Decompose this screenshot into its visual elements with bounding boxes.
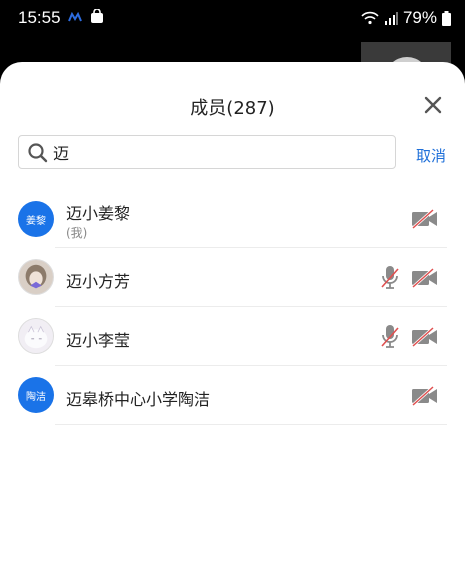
- video-off-icon[interactable]: [411, 327, 439, 347]
- member-name: 迈皋桥中心小学陶洁: [66, 390, 211, 409]
- mic-muted-icon[interactable]: [380, 265, 400, 291]
- member-name: 迈小方芳: [66, 272, 131, 291]
- member-name: 迈小姜黎: [66, 204, 131, 223]
- video-off-icon[interactable]: [411, 386, 439, 406]
- member-row[interactable]: 陶洁 迈皋桥中心小学陶洁: [0, 366, 465, 425]
- status-time: 15:55: [18, 8, 61, 27]
- dialog-title: 成员(287): [190, 98, 275, 119]
- search-icon: [28, 143, 48, 163]
- cancel-button[interactable]: 取消: [416, 145, 446, 166]
- battery-percentage: 79%: [402, 8, 437, 27]
- signal-icon: [384, 11, 398, 25]
- shopping-bag-icon: [91, 9, 103, 23]
- member-row[interactable]: 姜黎 迈小姜黎 (我): [0, 189, 465, 248]
- avatar: [18, 259, 54, 295]
- avatar: [18, 318, 54, 354]
- video-off-icon[interactable]: [411, 209, 439, 229]
- wifi-icon: [361, 11, 379, 25]
- video-off-icon[interactable]: [411, 268, 439, 288]
- members-sheet: 成员(287) 取消 姜黎 迈小姜黎 (我): [0, 62, 465, 580]
- status-bar: 15:55 79%: [0, 0, 465, 36]
- avatar: 姜黎: [18, 201, 54, 237]
- search-box[interactable]: [18, 135, 396, 169]
- member-self-tag: (我): [66, 226, 88, 240]
- member-row[interactable]: 迈小李莹: [0, 307, 465, 366]
- avatar: 陶洁: [18, 377, 54, 413]
- app-notification-icon: [68, 11, 82, 21]
- search-input[interactable]: [53, 140, 383, 164]
- member-row[interactable]: 迈小方芳: [0, 248, 465, 307]
- member-name: 迈小李莹: [66, 331, 131, 350]
- battery-icon: [442, 10, 451, 26]
- close-icon[interactable]: [422, 94, 444, 116]
- mic-muted-icon[interactable]: [380, 324, 400, 350]
